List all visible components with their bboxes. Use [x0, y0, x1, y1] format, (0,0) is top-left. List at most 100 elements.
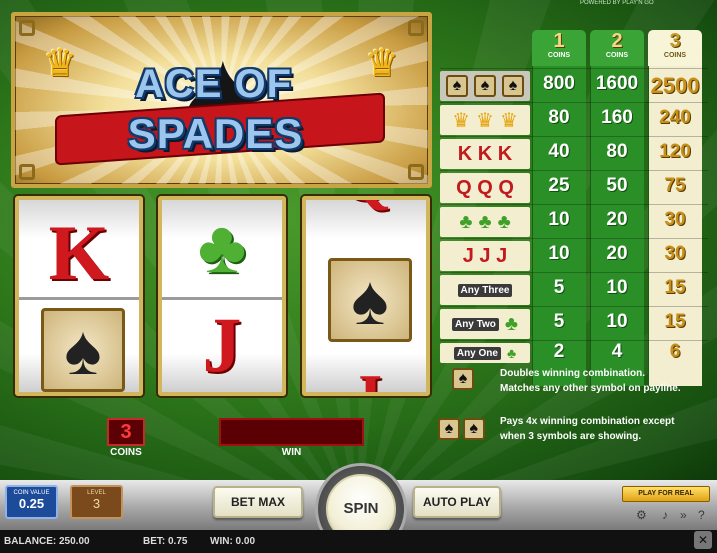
- double-rule-line1: Pays 4x winning combination except: [500, 416, 675, 427]
- payout-value: 10: [606, 277, 628, 298]
- ace-of-spades-symbol: ♠: [41, 308, 125, 392]
- paytable-symbols: K K K: [440, 139, 530, 169]
- payout-value: 240: [659, 107, 691, 128]
- payout-value: 40: [548, 141, 570, 162]
- paytable-row: Any One ♣ 2 4 6: [440, 340, 708, 363]
- logo-title-ace-of: ACE OF: [134, 62, 293, 106]
- clover-symbol: ♣: [197, 205, 247, 288]
- payout-value: 10: [548, 243, 570, 264]
- clover-icon: ♣: [459, 210, 473, 233]
- payout-value: 2500: [650, 73, 700, 98]
- paytable-row: ♣ ♣ ♣ 10 20 30: [440, 204, 708, 238]
- clover-icon: ♣: [504, 312, 519, 335]
- header-label: COINS: [663, 52, 687, 59]
- paytable-row: Any Two ♣ 5 10 15: [440, 306, 708, 340]
- paytable-symbols: Any One ♣: [440, 343, 530, 363]
- payout-value: 30: [664, 209, 686, 230]
- auto-play-button[interactable]: AUTO PLAY: [413, 486, 501, 518]
- header-number: 1: [553, 30, 565, 52]
- reel-divider: [19, 297, 139, 300]
- clover-icon: ♣: [497, 210, 511, 233]
- payout-value: 1600: [595, 73, 639, 94]
- payout-value: 4: [611, 341, 623, 362]
- paytable-row: J J J 10 20 30: [440, 238, 708, 272]
- fast-play-icon[interactable]: »: [680, 508, 687, 522]
- paytable-symbols: ♛ ♛ ♛: [440, 105, 530, 135]
- payout-value: 5: [553, 311, 565, 332]
- spade-icon: ♠: [474, 75, 496, 97]
- paytable-symbols: Any Three: [440, 275, 530, 305]
- payout-value: 120: [659, 141, 691, 162]
- paytable-row: K K K 40 80 120: [440, 136, 708, 170]
- win-display: [219, 418, 364, 446]
- payout-value: 800: [543, 73, 575, 94]
- jack-symbol: J: [202, 301, 242, 388]
- payout-value: 2: [553, 341, 565, 362]
- payout-value: 30: [664, 243, 686, 264]
- spade-icon: ♠: [502, 75, 524, 97]
- double-rule-line2: when 3 symbols are showing.: [500, 431, 642, 442]
- spade-icon: ♠: [64, 311, 102, 389]
- paytable-symbols: ♠ ♠ ♠: [440, 71, 530, 101]
- payout-value: 20: [606, 209, 628, 230]
- coins-display: 3: [107, 418, 145, 446]
- wild-rule-line2: Matches any other symbol on payline.: [500, 383, 681, 394]
- wild-rule-text: Doubles winning combination. Matches any…: [500, 366, 681, 396]
- crown-icon: ♛: [499, 109, 518, 132]
- spade-icon: ♠: [446, 75, 468, 97]
- any-two-label: Any Two: [451, 317, 499, 331]
- header-note: POWERED BY PLAY'N GO: [580, 0, 654, 6]
- bet-text: BET: 0.75: [143, 536, 188, 547]
- bet-level-value: 3: [92, 496, 101, 511]
- coin-value-selector[interactable]: COIN VALUE 0.25: [5, 485, 58, 519]
- crown-icon: ♛: [452, 109, 471, 132]
- settings-gear-icon[interactable]: ⚙: [636, 508, 647, 522]
- paytable-symbols: J J J: [440, 241, 530, 271]
- header-number: 3: [669, 30, 681, 52]
- spade-icon: ♠: [452, 368, 474, 390]
- coin-value: 0.25: [18, 496, 45, 511]
- ace-of-spades-symbol: ♠: [328, 258, 412, 342]
- paytable-row: ♠ ♠ ♠ 800 1600 2500: [440, 68, 708, 102]
- header-label: COINS: [605, 52, 629, 59]
- status-bar: BALANCE: 250.00 BET: 0.75 WIN: 0.00: [0, 530, 717, 553]
- double-wild-rule: ♠ ♠: [438, 418, 485, 440]
- paytable-header-3: 3 COINS: [648, 30, 702, 66]
- corner-ornament: [19, 164, 35, 180]
- double-rule-text: Pays 4x winning combination except when …: [500, 414, 675, 444]
- paytable-row: Q Q Q 25 50 75: [440, 170, 708, 204]
- play-for-real-button[interactable]: PLAY FOR REAL: [622, 486, 710, 502]
- paytable-row: Any Three 5 10 15: [440, 272, 708, 306]
- spade-icon: ♠: [462, 418, 485, 440]
- payout-value: 15: [664, 311, 686, 332]
- logo-title-spades: SPADES: [127, 110, 304, 157]
- bet-level-selector[interactable]: LEVEL 3: [70, 485, 123, 519]
- win-label: WIN: [281, 447, 302, 458]
- payout-value: 80: [606, 141, 628, 162]
- crown-icon: ♛: [476, 109, 494, 132]
- payout-value: 20: [606, 243, 628, 264]
- corner-ornament: [408, 20, 424, 36]
- paytable: 1 COINS 2 COINS 3 COINS ♠ ♠ ♠ 800 1600 2…: [440, 30, 708, 386]
- win-text: WIN: 0.00: [210, 536, 256, 547]
- payout-value: 160: [601, 107, 633, 128]
- balance-text: BALANCE: 250.00: [4, 536, 90, 547]
- payout-value: 6: [669, 341, 681, 362]
- reel-2: ♣ J: [158, 196, 286, 396]
- help-icon[interactable]: ?: [698, 508, 705, 522]
- wild-rule: ♠: [452, 368, 486, 390]
- spade-icon: ♠: [351, 261, 389, 339]
- payout-value: 25: [548, 175, 570, 196]
- corner-ornament: [19, 20, 35, 36]
- king-symbol: K: [48, 209, 110, 296]
- bet-max-button[interactable]: BET MAX: [213, 486, 303, 518]
- close-icon[interactable]: ✕: [694, 531, 712, 549]
- paytable-header-2: 2 COINS: [590, 30, 644, 66]
- paytable-symbols: ♣ ♣ ♣: [440, 207, 530, 237]
- sound-icon[interactable]: ♪: [662, 508, 668, 522]
- payout-value: 15: [664, 277, 686, 298]
- payout-value: 75: [664, 175, 686, 196]
- payout-value: 10: [606, 311, 628, 332]
- clover-icon: ♣: [506, 345, 517, 361]
- payout-value: 50: [606, 175, 628, 196]
